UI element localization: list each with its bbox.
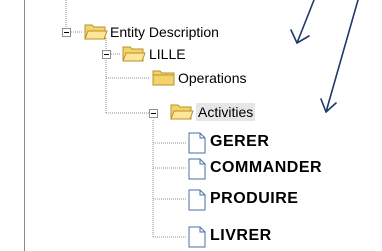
folder-open-icon <box>84 24 108 40</box>
arrow-icon <box>296 0 315 44</box>
tree-node-produire[interactable]: PRODUIRE <box>210 190 298 208</box>
document-icon <box>188 158 206 180</box>
document-icon <box>188 226 206 248</box>
tree-node-operations[interactable]: Operations <box>178 69 246 87</box>
collapse-toggle-lille[interactable] <box>102 50 111 59</box>
arrow-head-icon <box>290 29 310 44</box>
document-icon <box>188 189 206 211</box>
folder-open-icon <box>170 104 194 120</box>
tree-node-activities[interactable]: Activities <box>196 103 256 121</box>
left-border-line <box>24 0 25 251</box>
document-icon <box>188 132 206 154</box>
arrow-icon <box>325 0 359 113</box>
tree-node-entity-description[interactable]: Entity Description <box>110 23 219 41</box>
tree-node-gerer[interactable]: GERER <box>210 133 269 151</box>
arrow-head-icon <box>320 98 337 113</box>
folder-icon <box>152 70 175 86</box>
folder-open-icon <box>122 46 146 62</box>
collapse-toggle-activities[interactable] <box>149 109 158 118</box>
tree-node-lille[interactable]: LILLE <box>149 45 186 63</box>
collapse-toggle-entity-description[interactable] <box>62 28 71 37</box>
tree-node-livrer[interactable]: LIVRER <box>210 227 272 245</box>
tree-node-commander[interactable]: COMMANDER <box>210 159 322 177</box>
